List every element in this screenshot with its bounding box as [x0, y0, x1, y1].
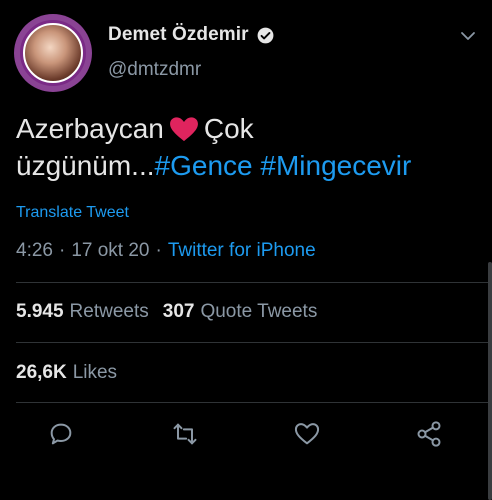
likes-stat[interactable]: 26,6K Likes — [16, 362, 117, 384]
likes-label: Likes — [72, 362, 118, 383]
reply-icon[interactable] — [47, 420, 75, 448]
chevron-down-icon[interactable] — [460, 28, 476, 44]
divider — [16, 282, 492, 283]
verified-badge-icon — [257, 27, 274, 43]
retweet-icon[interactable] — [171, 420, 199, 448]
quote-tweets-count: 307 — [162, 301, 195, 322]
divider — [16, 342, 492, 343]
retweets-stat[interactable]: 5.945 Retweets — [16, 301, 149, 323]
quote-tweets-stat[interactable]: 307 Quote Tweets — [163, 301, 318, 323]
hashtag-link[interactable]: #Gence — [155, 150, 253, 181]
tweet-text: Azerbaycan Çok üzgünüm...#Gence #Mingecev… — [16, 110, 476, 184]
tweet-text-part: Azerbaycan — [16, 113, 164, 144]
quote-tweets-label: Quote Tweets — [200, 301, 318, 322]
tweet-source-link[interactable]: Twitter for iPhone — [168, 240, 316, 262]
heart-icon[interactable] — [293, 420, 321, 448]
avatar[interactable] — [14, 14, 92, 92]
scrollbar[interactable] — [488, 262, 492, 500]
retweets-count: 5.945 — [16, 301, 64, 322]
stats-row: 5.945 Retweets 307 Quote Tweets — [16, 301, 317, 323]
tweet-date: 17 okt 20 — [71, 240, 150, 261]
share-icon[interactable] — [415, 420, 443, 448]
author-display-name[interactable]: Demet Özdemir — [108, 24, 249, 46]
tweet-actions — [0, 420, 492, 452]
author-name-row[interactable]: Demet Özdemir — [108, 24, 275, 46]
translate-tweet-link[interactable]: Translate Tweet — [16, 204, 129, 222]
tweet-text-part: Çok — [203, 113, 254, 144]
tweet-text-part: üzgünüm... — [16, 150, 155, 181]
tweet-meta: 4:26 · 17 okt 20 · Twitter for iPhone — [16, 240, 316, 262]
meta-separator: · — [155, 240, 162, 261]
likes-row: 26,6K Likes — [16, 362, 117, 384]
red-heart-emoji-icon — [169, 117, 198, 142]
author-handle[interactable]: @dmtzdmr — [108, 59, 201, 81]
hashtag-link[interactable]: #Mingecevir — [260, 150, 411, 181]
tweet-time: 4:26 — [16, 240, 53, 261]
retweets-label: Retweets — [69, 301, 149, 322]
divider — [16, 402, 492, 403]
likes-count: 26,6K — [16, 362, 67, 383]
meta-separator: · — [58, 240, 66, 261]
avatar-ring — [14, 14, 92, 92]
